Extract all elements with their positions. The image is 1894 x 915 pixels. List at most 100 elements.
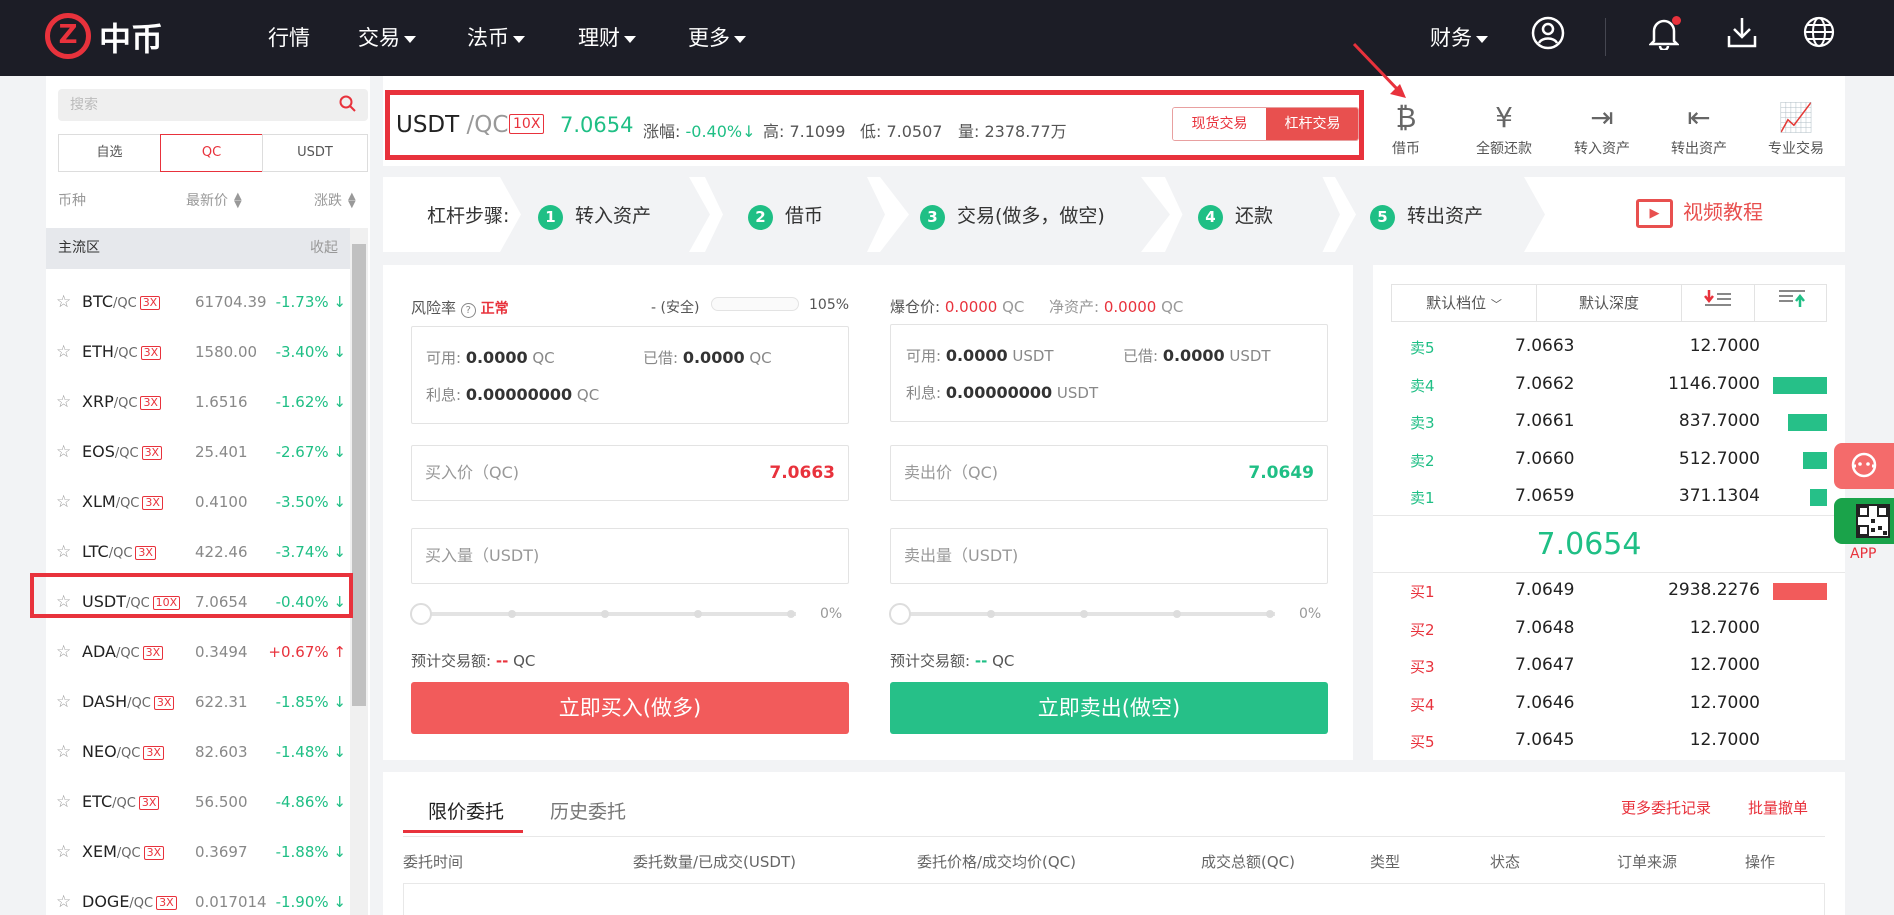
leverage-badge: 3X <box>140 395 161 410</box>
buy-long-button[interactable]: 立即买入(做多) <box>411 682 849 734</box>
tab-limit-orders[interactable]: 限价委托 <box>428 797 504 824</box>
logo-icon[interactable]: Z <box>45 13 91 59</box>
ask-row[interactable]: 卖1 7.0659 371.1304 <box>1373 479 1845 516</box>
ask-row[interactable]: 卖5 7.0663 12.7000 <box>1373 329 1845 366</box>
batch-cancel-link[interactable]: 批量撤单 <box>1748 797 1808 818</box>
bid-row[interactable]: 买1 7.0649 2938.2276 <box>1373 573 1845 610</box>
action-pro-trade[interactable]: 📈 专业交易 <box>1756 98 1836 158</box>
book-precision-select[interactable]: 默认档位 ﹀ <box>1392 285 1537 321</box>
nav-market[interactable]: 行情 <box>268 22 310 52</box>
buy-amount-input[interactable]: 买入量（USDT) <box>411 528 849 584</box>
app-qr-button[interactable] <box>1834 498 1894 544</box>
market-row[interactable]: ☆ NEO/QC 3X 82.603 -1.48% ↓ <box>46 727 350 777</box>
star-icon[interactable]: ☆ <box>56 542 71 562</box>
user-icon[interactable] <box>1528 16 1568 56</box>
nav-trade[interactable]: 交易 <box>358 22 416 52</box>
bid-row[interactable]: 买3 7.0647 12.7000 <box>1373 648 1845 685</box>
market-row[interactable]: ☆ XLM/QC 3X 0.4100 -3.50% ↓ <box>46 477 350 527</box>
ask-row[interactable]: 卖4 7.0662 1146.7000 <box>1373 367 1845 404</box>
last-price: 7.0654 <box>560 113 634 137</box>
pair-change: -1.62% ↓ <box>275 393 346 411</box>
star-icon[interactable]: ☆ <box>56 892 71 912</box>
market-row[interactable]: ☆ XRP/QC 3X 1.6516 -1.62% ↓ <box>46 377 350 427</box>
slider-stop[interactable] <box>694 610 702 618</box>
nav-finance[interactable]: 财务 <box>1430 22 1488 52</box>
market-row[interactable]: ☆ DASH/QC 3X 622.31 -1.85% ↓ <box>46 677 350 727</box>
tab-order-history[interactable]: 历史委托 <box>550 797 626 824</box>
sell-amount-input[interactable]: 卖出量（USDT) <box>890 528 1328 584</box>
market-row[interactable]: ☆ ETC/QC 3X 56.500 -4.86% ↓ <box>46 777 350 827</box>
action-transfer-out[interactable]: ⇤ 转出资产 <box>1659 98 1739 158</box>
slider-stop[interactable] <box>1266 610 1274 618</box>
th-price: 委托价格/成交均价(QC) <box>917 853 1077 871</box>
zone-collapse[interactable]: 收起 <box>310 228 338 269</box>
star-icon[interactable]: ☆ <box>56 742 71 762</box>
star-icon[interactable]: ☆ <box>56 292 71 312</box>
sell-slider-handle[interactable] <box>889 603 911 625</box>
market-row[interactable]: ☆ ETH/QC 3X 1580.00 -3.40% ↓ <box>46 327 350 377</box>
star-icon[interactable]: ☆ <box>56 642 71 662</box>
market-row[interactable]: ☆ BTC/QC 3X 61704.39 -1.73% ↓ <box>46 277 350 327</box>
video-tutorial-link[interactable]: ▶ 视频教程 <box>1636 196 1763 228</box>
globe-icon[interactable] <box>1799 16 1839 56</box>
star-icon[interactable]: ☆ <box>56 792 71 812</box>
download-icon[interactable] <box>1722 16 1762 56</box>
market-row[interactable]: ☆ ADA/QC 3X 0.3494 +0.67% ↑ <box>46 627 350 677</box>
col-change[interactable]: 涨跌 ▲ ▼ <box>314 190 356 210</box>
nav-more[interactable]: 更多 <box>688 22 746 52</box>
search-input[interactable]: 搜索 <box>58 89 368 121</box>
search-icon[interactable] <box>339 95 356 117</box>
market-row[interactable]: ☆ EOS/QC 3X 25.401 -2.67% ↓ <box>46 427 350 477</box>
bid-row[interactable]: 买2 7.0648 12.7000 <box>1373 611 1845 648</box>
nav-fiat[interactable]: 法币 <box>467 22 525 52</box>
book-depth-select[interactable]: 默认深度 <box>1537 285 1682 321</box>
tab-favorites[interactable]: 自选 <box>58 134 161 172</box>
star-icon[interactable]: ☆ <box>56 392 71 412</box>
star-icon[interactable]: ☆ <box>56 492 71 512</box>
buy-slider-handle[interactable] <box>410 603 432 625</box>
transfer-in-icon: ⇥ <box>1590 101 1614 134</box>
pair-price: 61704.39 <box>195 293 267 311</box>
sell-short-button[interactable]: 立即卖出(做空) <box>890 682 1328 734</box>
bid-row[interactable]: 买4 7.0646 12.7000 <box>1373 686 1845 723</box>
col-price[interactable]: 最新价 ▲ ▼ <box>186 190 242 210</box>
slider-stop[interactable] <box>1173 610 1181 618</box>
action-borrow[interactable]: ₿ 借币 <box>1366 98 1446 158</box>
market-row[interactable]: ☆ XEM/QC 3X 0.3697 -1.88% ↓ <box>46 827 350 877</box>
star-icon[interactable]: ☆ <box>56 442 71 462</box>
star-icon[interactable]: ☆ <box>56 692 71 712</box>
level-label: 卖1 <box>1410 489 1435 507</box>
slider-stop[interactable] <box>1080 610 1088 618</box>
action-repay[interactable]: ¥ 全额还款 <box>1464 98 1544 158</box>
level-quantity: 837.7000 <box>1678 411 1760 431</box>
market-row[interactable]: ☆ DOGE/QC 3X 0.017014 -1.90% ↓ <box>46 877 350 915</box>
more-orders-link[interactable]: 更多委托记录 <box>1621 797 1711 818</box>
slider-stop[interactable] <box>787 610 795 618</box>
support-chat-button[interactable] <box>1834 443 1894 489</box>
volume-stat: 量: 2378.77万 <box>958 122 1067 141</box>
star-icon[interactable]: ☆ <box>56 342 71 362</box>
book-bids-view-icon[interactable] <box>1755 285 1828 321</box>
app-label[interactable]: APP <box>1850 546 1876 562</box>
bid-row[interactable]: 买5 7.0645 12.7000 <box>1373 723 1845 760</box>
slider-stop[interactable] <box>987 610 995 618</box>
market-row[interactable]: ☆ LTC/QC 3X 422.46 -3.74% ↓ <box>46 527 350 577</box>
slider-stop[interactable] <box>601 610 609 618</box>
logo-text[interactable]: 中币 <box>99 14 163 60</box>
action-transfer-in[interactable]: ⇥ 转入资产 <box>1562 98 1642 158</box>
buy-price-input[interactable]: 买入价（QC) 7.0663 <box>411 445 849 501</box>
star-icon[interactable]: ☆ <box>56 842 71 862</box>
nav-finance-products[interactable]: 理财 <box>578 22 636 52</box>
margin-trade-button[interactable]: 杠杆交易 <box>1266 108 1358 140</box>
tab-qc[interactable]: QC <box>160 134 263 172</box>
leverage-badge: 3X <box>141 445 163 460</box>
tab-usdt[interactable]: USDT <box>262 134 368 172</box>
help-icon[interactable]: ? <box>460 303 476 318</box>
slider-stop[interactable] <box>508 610 516 618</box>
spot-trade-button[interactable]: 现货交易 <box>1173 108 1266 140</box>
ask-row[interactable]: 卖2 7.0660 512.7000 <box>1373 442 1845 479</box>
book-asks-view-icon[interactable] <box>1682 285 1755 321</box>
scrollbar-thumb[interactable] <box>352 244 366 706</box>
sell-price-input[interactable]: 卖出价（QC) 7.0649 <box>890 445 1328 501</box>
ask-row[interactable]: 卖3 7.0661 837.7000 <box>1373 404 1845 441</box>
